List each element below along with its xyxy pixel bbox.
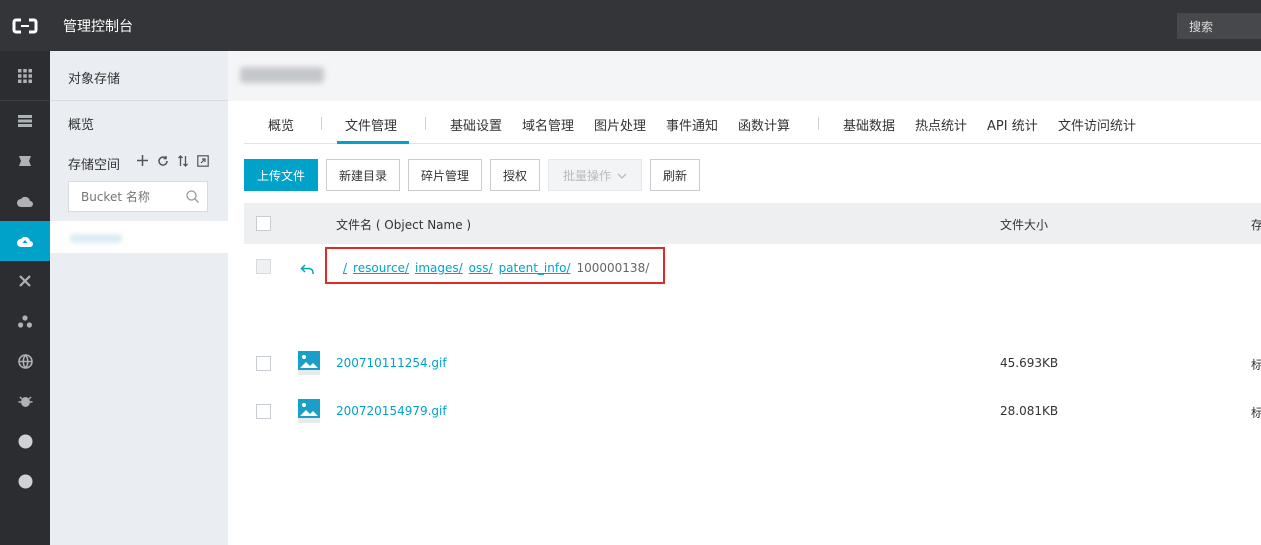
back-icon[interactable] xyxy=(300,264,314,279)
image-file-icon xyxy=(298,399,320,423)
tab-api-stats[interactable]: API 统计 xyxy=(987,115,1038,134)
tab-event-notify[interactable]: 事件通知 xyxy=(666,115,718,134)
console-title[interactable]: 管理控制台 xyxy=(63,16,133,36)
image-file-icon xyxy=(298,351,320,375)
row-checkbox[interactable] xyxy=(256,404,271,419)
bucket-search xyxy=(68,181,208,212)
breadcrumb-images[interactable]: images/ xyxy=(415,261,463,275)
breadcrumb-root[interactable]: / xyxy=(343,261,347,275)
tab-hotspot-stats[interactable]: 热点统计 xyxy=(915,115,967,134)
active-tab-indicator xyxy=(337,141,409,144)
sidebar-title: 对象存储 xyxy=(68,72,121,87)
file-name-link[interactable]: 200710111254.gif xyxy=(336,356,447,370)
file-size: 45.693KB xyxy=(1000,356,1059,370)
breadcrumb-oss[interactable]: oss/ xyxy=(469,261,493,275)
tab-overview[interactable]: 概览 xyxy=(268,115,294,134)
upload-file-button[interactable]: 上传文件 xyxy=(244,159,318,191)
row-checkbox[interactable] xyxy=(256,356,271,371)
authorize-button[interactable]: 授权 xyxy=(490,159,540,191)
oss-icon[interactable] xyxy=(0,221,50,261)
column-header-storage: 存 xyxy=(1251,218,1261,232)
tab-image-processing[interactable]: 图片处理 xyxy=(594,115,646,134)
grid-icon[interactable] xyxy=(0,56,50,96)
add-bucket-icon[interactable] xyxy=(134,152,151,169)
cluster-icon[interactable] xyxy=(0,301,50,341)
search-icon[interactable] xyxy=(186,190,199,207)
select-all-checkbox[interactable] xyxy=(256,216,271,231)
parent-row-checkbox xyxy=(256,259,271,274)
bucket-name-redacted xyxy=(70,234,122,243)
batch-operation-label: 批量操作 xyxy=(562,168,611,183)
refresh-icon[interactable] xyxy=(154,152,171,169)
bucket-title-redacted xyxy=(240,67,324,83)
batch-operation-dropdown[interactable]: 批量操作 xyxy=(548,159,642,191)
product-icon-bar xyxy=(0,51,50,545)
breadcrumb-patent-info[interactable]: patent_info/ xyxy=(499,261,571,275)
breadcrumb: / resource/images/oss/patent_info/1000001… xyxy=(343,261,649,275)
tab-file-access-stats[interactable]: 文件访问统计 xyxy=(1058,115,1136,134)
chevron-down-icon xyxy=(617,168,627,182)
buckets-label: 存储空间 xyxy=(68,158,121,173)
table-row[interactable]: 200720154979.gif 28.081KB 标 xyxy=(244,387,1261,435)
main-content: 概览 文件管理 基础设置 域名管理 图片处理 事件通知 函数计算 基础数据 热点… xyxy=(228,51,1261,545)
storage-class: 标 xyxy=(1251,358,1261,372)
sort-icon[interactable] xyxy=(174,152,191,169)
bucket-tools xyxy=(134,152,211,169)
file-size: 28.081KB xyxy=(1000,404,1059,418)
expand-icon[interactable] xyxy=(194,152,211,169)
bug-icon[interactable] xyxy=(0,381,50,421)
column-header-name: 文件名 ( Object Name ) xyxy=(336,218,472,232)
table-row[interactable]: 200710111254.gif 45.693KB 标 xyxy=(244,339,1261,387)
tab-function-compute[interactable]: 函数计算 xyxy=(738,115,790,134)
tab-files[interactable]: 文件管理 xyxy=(345,115,397,134)
new-directory-button[interactable]: 新建目录 xyxy=(326,159,400,191)
tab-basic-settings[interactable]: 基础设置 xyxy=(450,115,502,134)
column-header-size: 文件大小 xyxy=(1000,218,1049,232)
table-header: 文件名 ( Object Name ) 文件大小 存 xyxy=(244,203,1261,244)
product-dot-icon[interactable] xyxy=(0,421,50,461)
refresh-button[interactable]: 刷新 xyxy=(650,159,700,191)
network-icon[interactable] xyxy=(0,261,50,301)
aliyun-logo-icon[interactable] xyxy=(0,0,50,51)
storage-class: 标 xyxy=(1251,406,1261,420)
sidebar-item-overview[interactable]: 概览 xyxy=(68,114,94,133)
database-icon[interactable] xyxy=(0,141,50,181)
bucket-header xyxy=(228,51,1261,101)
tab-domain[interactable]: 域名管理 xyxy=(522,115,574,134)
globe-icon[interactable] xyxy=(0,341,50,381)
server-icon[interactable] xyxy=(0,101,50,141)
file-name-link[interactable]: 200720154979.gif xyxy=(336,404,447,418)
global-search[interactable]: 搜索 xyxy=(1177,13,1261,39)
breadcrumb-highlight: / resource/images/oss/patent_info/1000001… xyxy=(325,247,665,284)
tab-basic-data[interactable]: 基础数据 xyxy=(843,115,895,134)
bucket-search-input[interactable] xyxy=(69,182,179,211)
fragment-manage-button[interactable]: 碎片管理 xyxy=(408,159,482,191)
product-dot-icon-2[interactable] xyxy=(0,461,50,501)
sidebar-item-bucket[interactable] xyxy=(50,221,228,253)
breadcrumb-current: 100000138/ xyxy=(576,261,650,275)
bucket-tabs: 概览 文件管理 基础设置 域名管理 图片处理 事件通知 函数计算 基础数据 热点… xyxy=(244,101,1261,144)
oss-sidebar: 对象存储 概览 存储空间 xyxy=(50,51,228,545)
cloud-icon[interactable] xyxy=(0,181,50,221)
breadcrumb-resource[interactable]: resource/ xyxy=(353,261,409,275)
top-bar: 管理控制台 搜索 xyxy=(0,0,1261,51)
